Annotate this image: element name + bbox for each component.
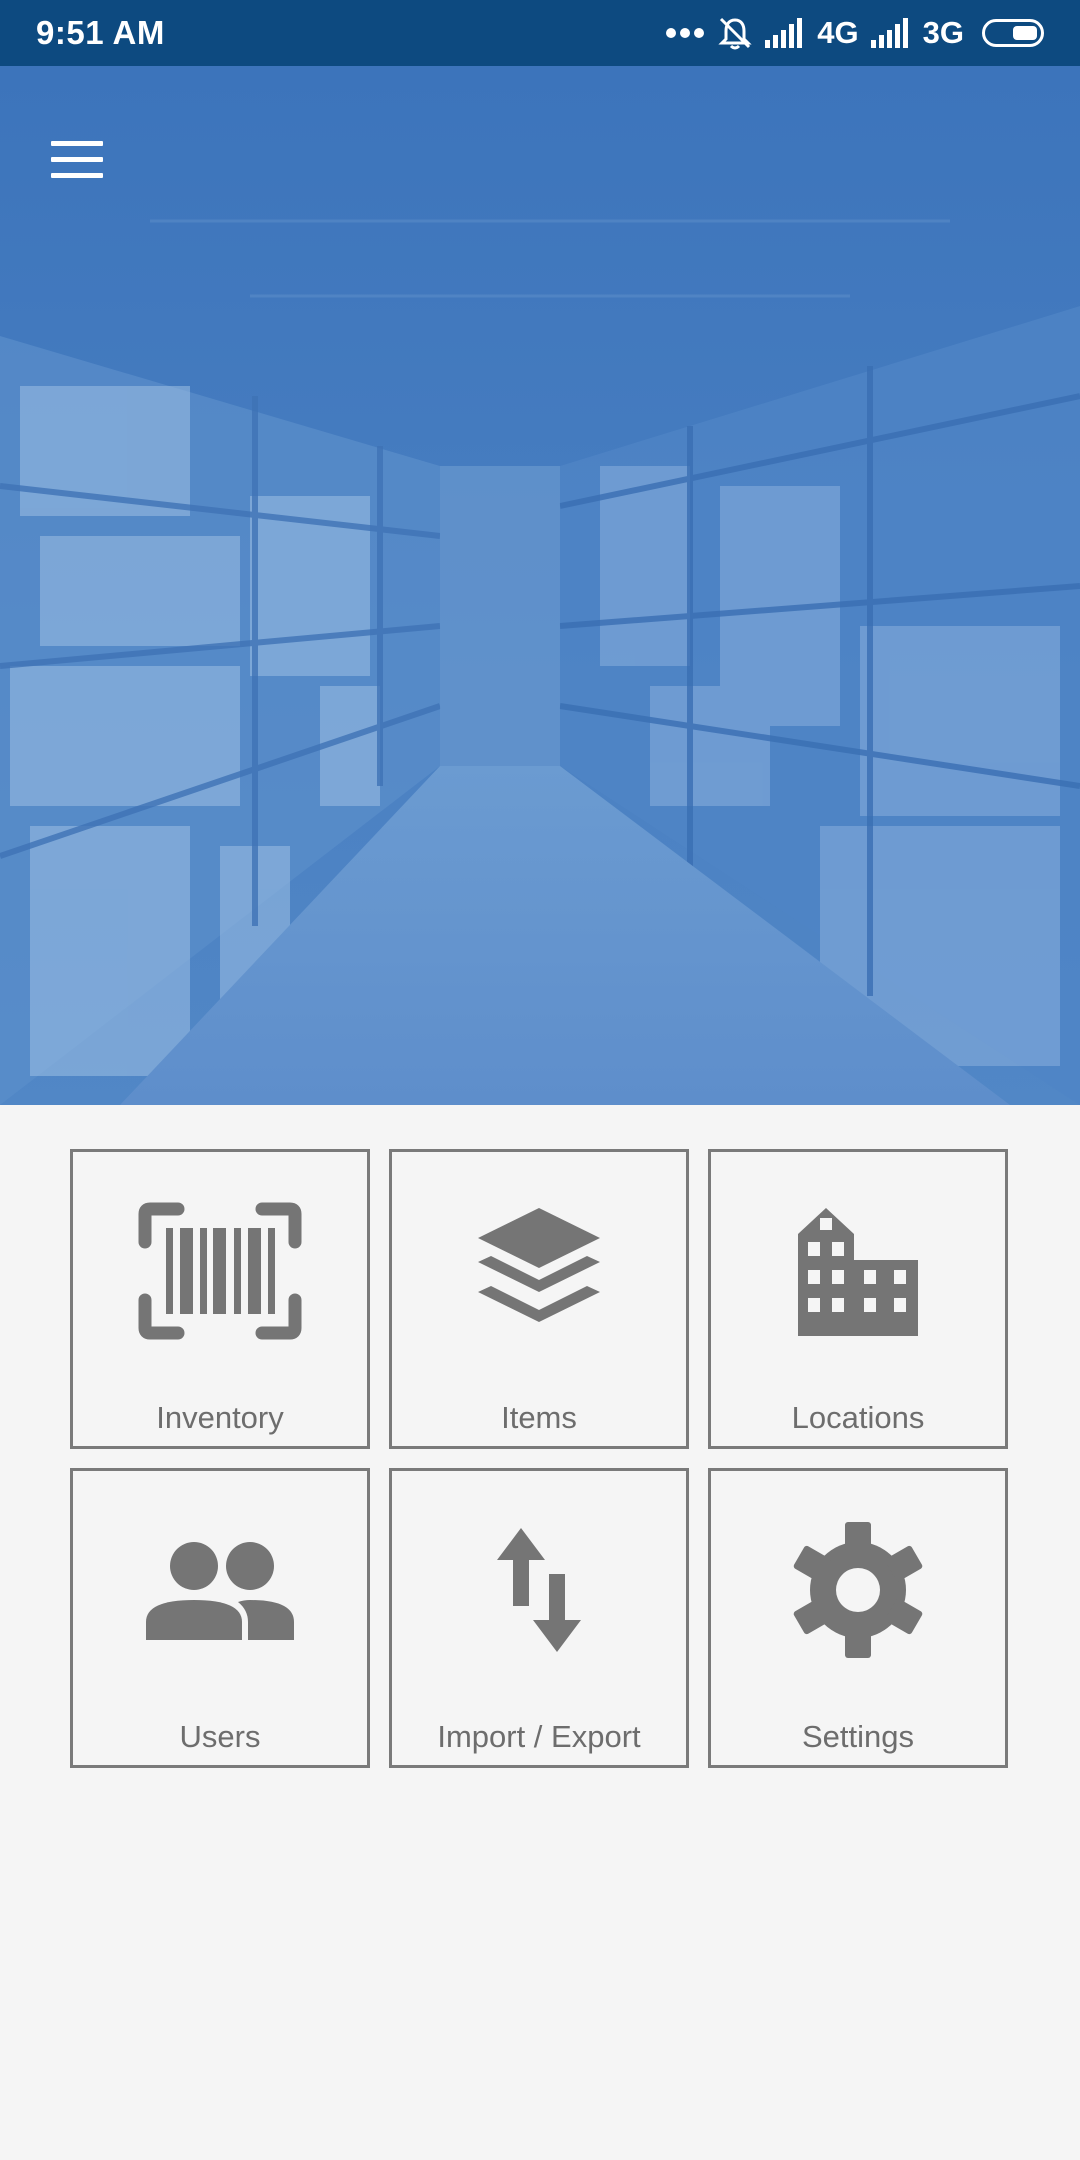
main-menu-grid: Inventory Items Locations Users Import /…: [70, 1149, 1010, 1768]
menu-bar: [51, 140, 103, 146]
settings-tile[interactable]: Settings: [708, 1468, 1008, 1768]
tile-label: Import / Export: [437, 1719, 641, 1754]
gear-icon: [711, 1515, 1005, 1665]
tile-label: Locations: [791, 1400, 925, 1435]
status-time: 9:51 AM: [36, 14, 165, 51]
signal-strength-icon: [870, 18, 908, 48]
warehouse-image: [0, 66, 1080, 1105]
locations-tile[interactable]: Locations: [708, 1149, 1008, 1449]
building-icon: [711, 1196, 1005, 1346]
signal-strength-icon: [765, 18, 803, 48]
battery-icon: [982, 19, 1044, 47]
network-type-label: 4G: [817, 15, 859, 50]
more-dots-icon: [666, 28, 705, 38]
hamburger-menu-icon[interactable]: [38, 120, 116, 198]
tile-label: Settings: [801, 1719, 914, 1754]
import-export-tile[interactable]: Import / Export: [389, 1468, 689, 1768]
hero-banner: [0, 66, 1080, 1105]
tile-label: Users: [179, 1719, 261, 1754]
network-type-label: 3G: [922, 15, 964, 50]
tile-label: Inventory: [156, 1400, 284, 1435]
inventory-tile[interactable]: Inventory: [70, 1149, 370, 1449]
status-icons: 4G 3G: [665, 15, 1044, 51]
tile-label: Items: [501, 1400, 577, 1435]
status-bar: 9:51 AM 4G 3G: [0, 0, 1080, 66]
muted-bell-icon: [718, 17, 752, 50]
swap-vertical-icon: [392, 1515, 686, 1665]
items-tile[interactable]: Items: [389, 1149, 689, 1449]
people-icon: [73, 1515, 367, 1665]
menu-bar: [51, 172, 103, 178]
menu-bar: [51, 156, 103, 162]
layers-icon: [392, 1196, 686, 1346]
barcode-scan-icon: [73, 1196, 367, 1346]
users-tile[interactable]: Users: [70, 1468, 370, 1768]
